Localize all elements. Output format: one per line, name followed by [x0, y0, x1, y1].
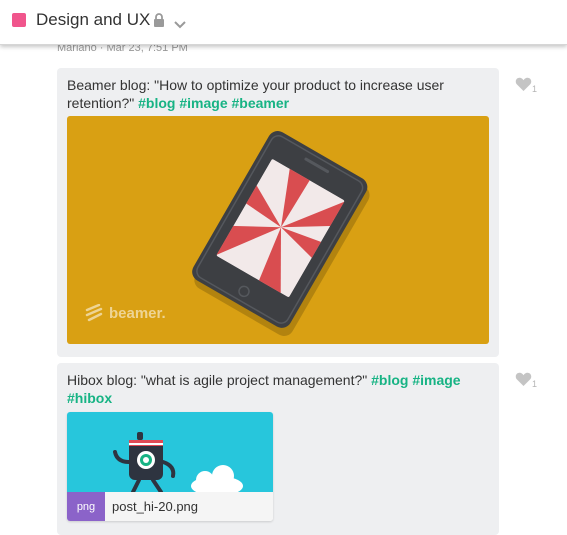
- image-preview[interactable]: beamer.: [67, 116, 489, 344]
- chevron-down-icon[interactable]: [174, 16, 186, 34]
- beamer-logo-text: beamer.: [109, 304, 166, 322]
- hashtag-link[interactable]: #image: [412, 372, 460, 388]
- channel-title[interactable]: Design and UX: [36, 10, 150, 30]
- like-count: 1: [532, 379, 538, 389]
- message-text: Beamer blog: "How to optimize your produ…: [67, 76, 492, 112]
- file-name[interactable]: post_hi-20.png: [112, 499, 198, 514]
- message-card: Hibox blog: "what is agile project manag…: [57, 363, 499, 535]
- like-count: 1: [532, 84, 538, 94]
- robot-illustration: [113, 432, 243, 496]
- message-line: Hibox blog: "what is agile project manag…: [67, 372, 368, 388]
- message-text: Hibox blog: "what is agile project manag…: [67, 371, 492, 407]
- hashtag-link[interactable]: #beamer: [232, 95, 290, 111]
- beamer-logo: beamer.: [85, 304, 166, 322]
- file-attachment[interactable]: png post_hi-20.png: [67, 412, 273, 521]
- hashtag-link[interactable]: #blog: [138, 95, 175, 111]
- channel-header: Design and UX: [0, 0, 567, 45]
- attachment-thumbnail: [67, 412, 273, 496]
- file-type-badge: png: [67, 492, 105, 521]
- channel-color-square: [12, 13, 26, 27]
- like-button[interactable]: 1: [515, 372, 537, 389]
- lock-icon: [153, 13, 165, 32]
- hashtag-link[interactable]: #image: [179, 95, 227, 111]
- message-line: retention?": [67, 95, 135, 111]
- attachment-footer: png post_hi-20.png: [67, 492, 273, 521]
- heart-icon: [515, 372, 532, 389]
- like-button[interactable]: 1: [515, 77, 537, 94]
- message-line: Beamer blog: "How to optimize your produ…: [67, 77, 444, 93]
- hashtag-link[interactable]: #hibox: [67, 390, 112, 406]
- heart-icon: [515, 77, 532, 94]
- message-card: Beamer blog: "How to optimize your produ…: [57, 68, 499, 357]
- hashtag-link[interactable]: #blog: [371, 372, 408, 388]
